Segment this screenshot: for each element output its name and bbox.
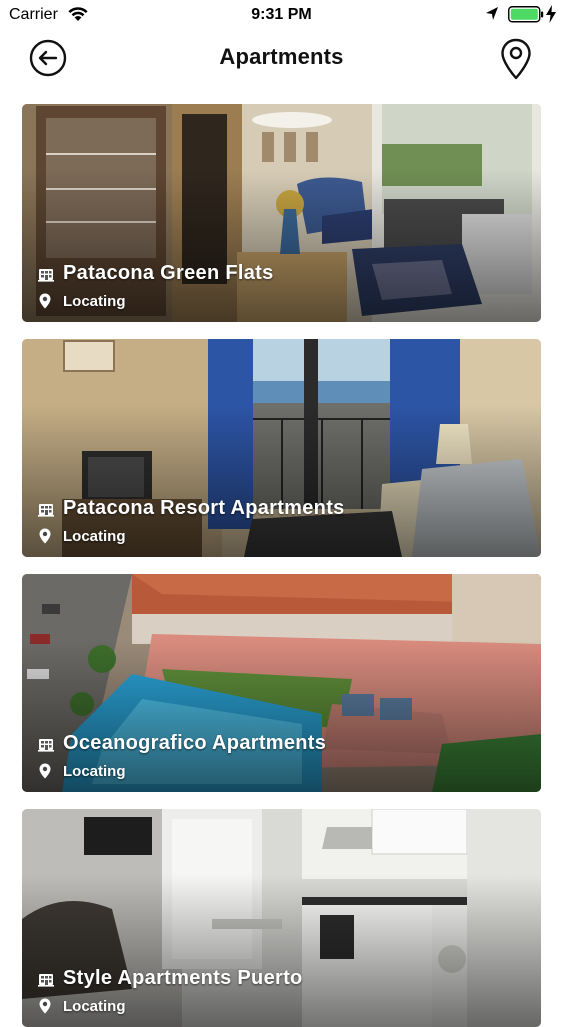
- location-arrow-icon: [486, 7, 498, 20]
- status-bar: Carrier 9:31 PM: [0, 0, 563, 30]
- navigation-bar: Apartments: [0, 30, 563, 88]
- apartment-location: Locating: [63, 998, 126, 1015]
- building-icon: [38, 974, 54, 987]
- apartment-name: Oceanografico Apartments: [63, 732, 327, 754]
- apartment-location: Locating: [63, 763, 126, 780]
- charging-bolt-icon: [546, 5, 556, 23]
- apartment-location: Locating: [63, 528, 126, 545]
- clock: 9:31 PM: [251, 6, 312, 23]
- apartment-name: Patacona Resort Apartments: [63, 497, 345, 519]
- map-pin-icon[interactable]: [500, 38, 532, 80]
- building-icon: [38, 739, 54, 752]
- apartment-name: Style Apartments Puerto: [63, 967, 303, 989]
- photo-overlay: [22, 339, 541, 557]
- page-title: Apartments: [219, 44, 344, 69]
- location-pin-icon: [39, 998, 51, 1014]
- photo-overlay: [22, 104, 541, 322]
- apartment-location: Locating: [63, 293, 126, 310]
- location-pin-icon: [39, 528, 51, 544]
- photo-overlay: [22, 809, 541, 1027]
- location-pin-icon: [39, 763, 51, 779]
- battery-icon: [508, 6, 544, 23]
- apartment-card[interactable]: Style Apartments Puerto Locating: [22, 809, 541, 1027]
- building-icon: [38, 504, 54, 517]
- location-pin-icon: [39, 293, 51, 309]
- building-icon: [38, 269, 54, 282]
- apartment-card[interactable]: Patacona Resort Apartments Locating: [22, 339, 541, 557]
- apartment-card[interactable]: Oceanografico Apartments Locating: [22, 574, 541, 792]
- apartment-name: Patacona Green Flats: [63, 262, 274, 284]
- apartment-card[interactable]: Patacona Green Flats Locating: [22, 104, 541, 322]
- photo-overlay: [22, 574, 541, 792]
